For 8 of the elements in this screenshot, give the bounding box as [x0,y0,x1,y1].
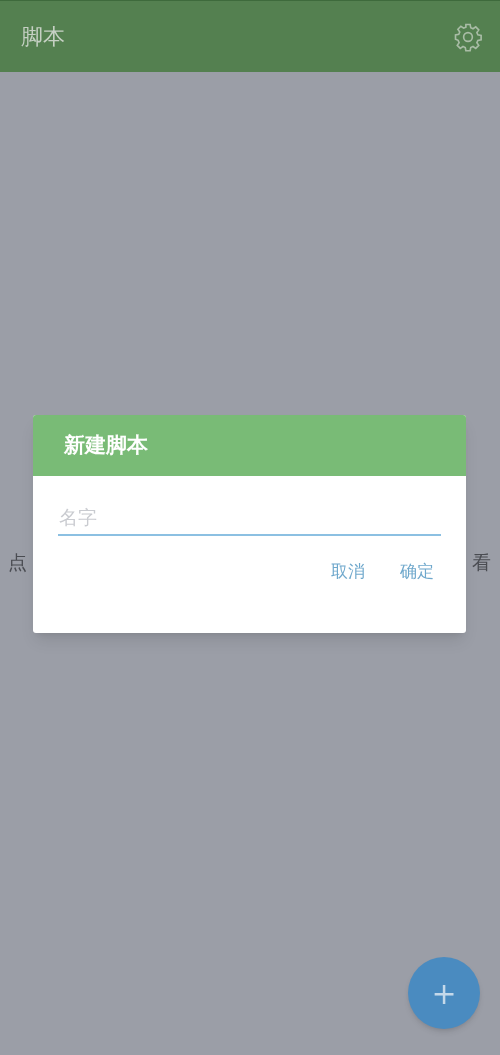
add-button[interactable]: + [408,957,480,1029]
dialog-button[interactable]: 确定 [394,555,440,589]
hint-text: 点 [8,550,27,575]
hint-text: 看 [472,550,491,575]
dialog-button[interactable]: 取消 [325,555,371,589]
settings-icon[interactable] [453,21,483,52]
app-title: 脚本 [21,23,65,51]
dialog-title: 新建脚本 [64,431,148,459]
